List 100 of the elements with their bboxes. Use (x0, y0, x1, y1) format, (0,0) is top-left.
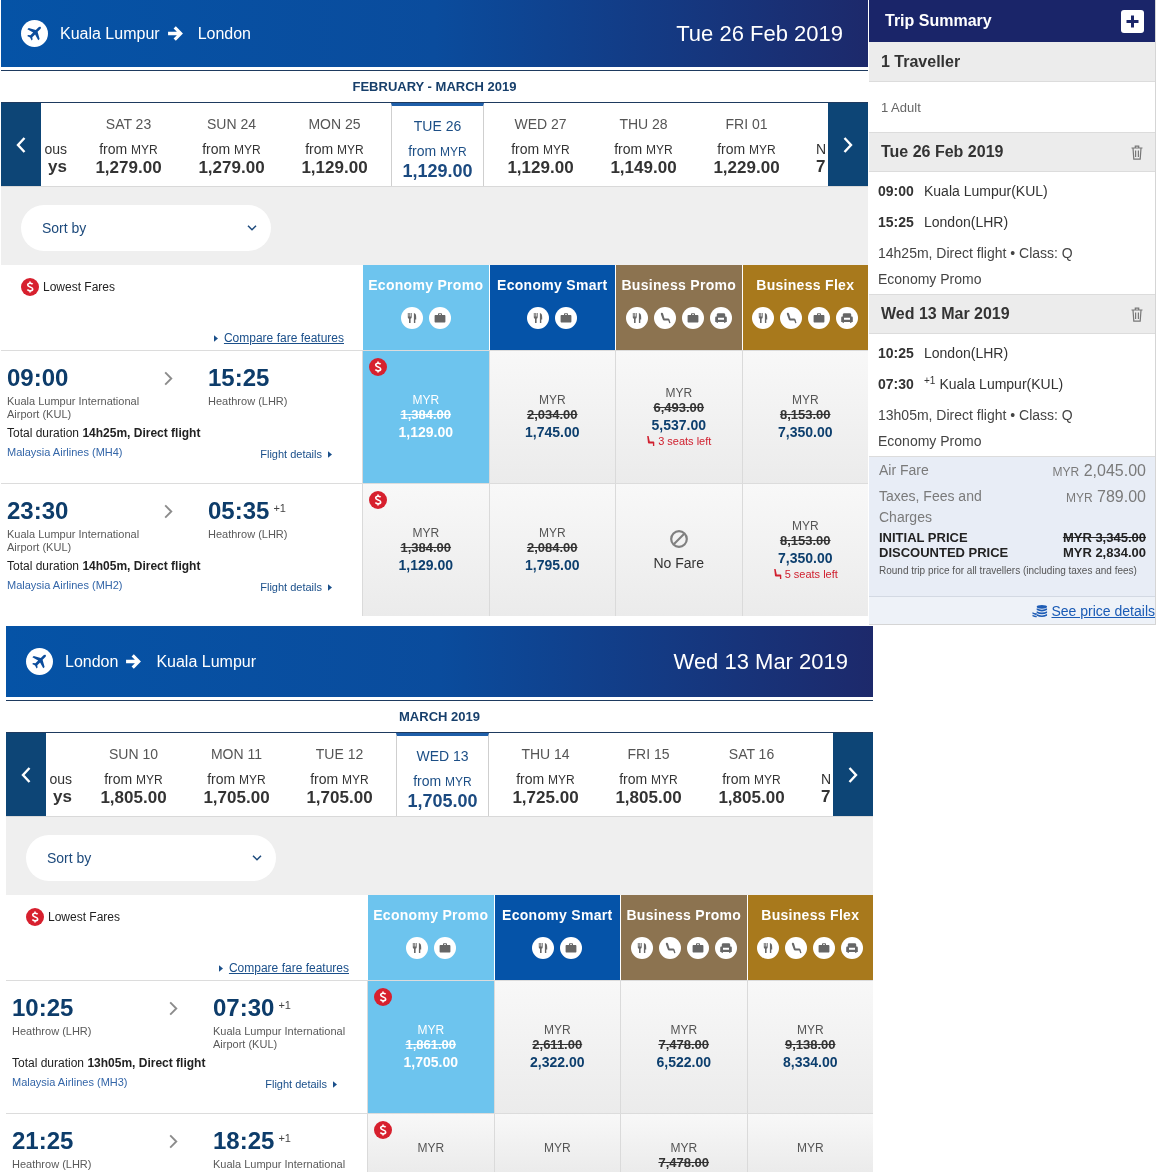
caret-right-icon (213, 334, 218, 342)
fare-price: 5,537.00 (651, 416, 706, 434)
date-tab[interactable]: MON 11 from MYR 1,705.00 (185, 733, 288, 816)
old-price: 1,384.00 (400, 407, 452, 423)
duration-text: Total duration 13h05m, Direct flight (12, 1056, 207, 1071)
arrival-time: 15:25 (208, 365, 270, 391)
date-tab[interactable]: TUE 12 from MYR 1,705.00 (288, 733, 391, 816)
departure-time: 09:00 (7, 365, 69, 391)
date-tab[interactable]: THU 28 from MYR 1,149.00 (592, 103, 695, 186)
compare-link[interactable]: Compare fare features (213, 331, 344, 345)
arrow-right-icon (125, 653, 143, 670)
sort-dropdown[interactable]: Sort by (21, 205, 271, 251)
briefcase-icon (428, 307, 451, 329)
date-tab[interactable]: THU 14 from MYR 1,725.00 (494, 733, 597, 816)
charge-amount: MYR 789.00 (1065, 487, 1146, 507)
departure-time: 23:30 (7, 498, 69, 524)
day-offset: +1 (278, 1131, 291, 1145)
previous-button[interactable] (1, 103, 41, 186)
add-button[interactable] (1121, 9, 1144, 33)
sort-dropdown[interactable]: Sort by (26, 835, 276, 881)
old-price: 1,384.00 (400, 540, 452, 556)
fare-cell[interactable]: MYR 2,034.00 1,745.00 (488, 351, 615, 483)
partial-date-tab[interactable]: ous ys (46, 733, 82, 816)
partial-date-tab[interactable]: N 7 (798, 103, 828, 186)
currency-label: MYR (543, 1141, 571, 1155)
currency-label: MYR (417, 1141, 445, 1155)
fare-cell[interactable]: MYR 9,138.00 8,334.00 (746, 981, 873, 1113)
old-price: 8,153.00 (779, 533, 831, 549)
date-tab[interactable]: SUN 10 from MYR 1,805.00 (82, 733, 185, 816)
seats-left: 3 seats left (658, 434, 712, 448)
stop-place: London(LHR) (924, 344, 1009, 363)
fare-cell[interactable]: MYR 8,153.00 7,350.00 (741, 351, 868, 483)
day-offset: +1 (278, 998, 291, 1012)
price-details-link[interactable]: See price details (1032, 602, 1155, 619)
fare-price: 7,350.00 (778, 549, 833, 567)
currency-label: MYR (538, 526, 566, 540)
chevron-right-icon (168, 1134, 178, 1149)
compare-link[interactable]: Compare fare features (218, 961, 349, 975)
fare-cell[interactable]: MYR 7,478.00 (620, 1114, 747, 1172)
date-tab[interactable]: SAT 23 from MYR 1,279.00 (77, 103, 180, 186)
duration-text: Total duration 14h05m, Direct flight (7, 559, 202, 574)
flight-details-link[interactable]: Flight details (260, 447, 332, 461)
fork-knife-icon (400, 307, 423, 329)
fare-cell[interactable]: MYR 8,153.00 7,350.00 5 seats left (741, 484, 868, 616)
date-tab[interactable]: WED 13 from MYR 1,705.00 (396, 733, 489, 816)
seat-icon (785, 937, 808, 959)
currency-label: MYR (543, 1023, 571, 1037)
fare-price: 2,322.00 (530, 1053, 585, 1071)
fare-cell[interactable]: MYR 1,384.00 1,129.00 (362, 484, 489, 616)
date-tab[interactable]: WED 27 from MYR 1,129.00 (489, 103, 592, 186)
route-origin: London (65, 651, 119, 672)
date-tab[interactable]: MON 25 from MYR 1,129.00 (283, 103, 386, 186)
dollar-icon (21, 278, 39, 296)
fare-cell[interactable]: MYR (493, 1114, 620, 1172)
date-tab[interactable]: FRI 01 from MYR 1,229.00 (695, 103, 798, 186)
partial-date-tab[interactable]: N 7 (803, 733, 833, 816)
currency-label: MYR (412, 393, 440, 407)
previous-button[interactable] (6, 733, 46, 816)
chevron-left-icon (15, 135, 27, 154)
trash-icon[interactable] (1131, 144, 1143, 160)
partial-date-tab[interactable]: ous ys (41, 103, 77, 186)
currency-label: MYR (791, 519, 819, 533)
next-button[interactable] (828, 103, 868, 186)
next-button[interactable] (833, 733, 873, 816)
date-tab[interactable]: FRI 15 from MYR 1,805.00 (597, 733, 700, 816)
airport-name: Heathrow (LHR) (208, 395, 289, 408)
armchair-icon (709, 307, 732, 329)
airport-name: Heathrow (LHR) (12, 1025, 93, 1038)
flight-details-link[interactable]: Flight details (260, 580, 332, 594)
day-offset: +1 (273, 501, 286, 515)
fork-knife-icon (752, 307, 775, 329)
arrival-time: 18:25 (213, 1128, 275, 1154)
arrow-right-icon (166, 25, 184, 42)
chevron-right-icon (163, 371, 173, 386)
fare-cell[interactable]: MYR (367, 1114, 494, 1172)
flight-summary: 14h25m, Direct flight • Class: Q (878, 244, 1074, 263)
fare-family-title: Business Flex (761, 907, 860, 923)
date-tab[interactable]: TUE 26 from MYR 1,129.00 (391, 103, 484, 186)
seat-icon (658, 937, 681, 959)
plus-icon (1126, 14, 1139, 28)
month-label: FEBRUARY - MARCH 2019 (352, 79, 517, 94)
airport-name: Heathrow (LHR) (12, 1158, 93, 1171)
date-tab[interactable]: SUN 24 from MYR 1,279.00 (180, 103, 283, 186)
fare-price: 6,522.00 (656, 1053, 711, 1071)
fare-cell[interactable]: MYR 7,478.00 6,522.00 (620, 981, 747, 1113)
fare-cell[interactable]: MYR 2,611.00 2,322.00 (493, 981, 620, 1113)
date-tab[interactable]: SAT 16 from MYR 1,805.00 (700, 733, 803, 816)
caret-right-icon (328, 583, 332, 591)
traveller-count: 1 Traveller (869, 42, 1155, 82)
fare-cell[interactable]: MYR 2,084.00 1,795.00 (488, 484, 615, 616)
stop-place: Kuala Lumpur(KUL) (924, 182, 1048, 201)
no-fare-label: No Fare (653, 553, 705, 572)
trash-icon[interactable] (1131, 306, 1143, 322)
fare-cell[interactable]: MYR 6,493.00 5,537.00 3 seats left (615, 351, 742, 483)
chevron-down-icon (252, 855, 262, 861)
flight-details-link[interactable]: Flight details (265, 1077, 337, 1091)
fare-cell[interactable]: MYR (746, 1114, 873, 1172)
currency-label: MYR (412, 526, 440, 540)
airline-name: Malaysia Airlines (MH2) (7, 578, 123, 593)
currency-label: MYR (665, 386, 693, 400)
